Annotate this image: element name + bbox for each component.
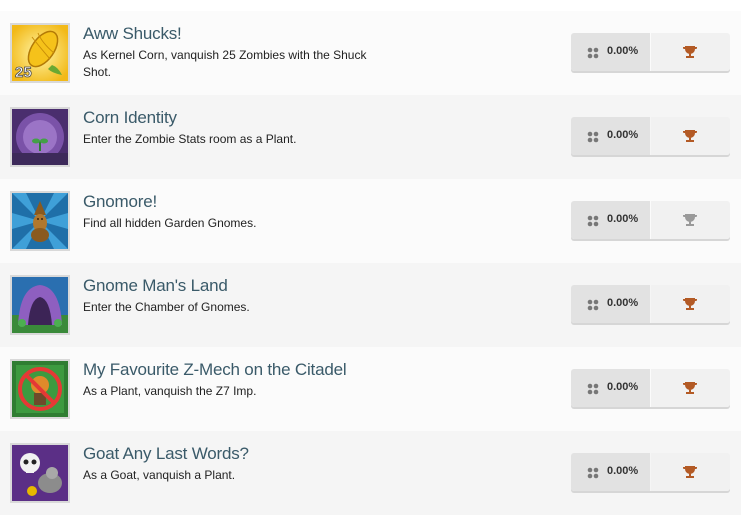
rarity-percent: 0.00% bbox=[607, 45, 639, 57]
rarity-percent: 0.00% bbox=[607, 465, 639, 477]
bronze-trophy-icon bbox=[683, 466, 697, 478]
achievement-image: 25 bbox=[10, 23, 70, 83]
achievement-title: Goat Any Last Words? bbox=[83, 444, 249, 463]
achievement-description: Find all hidden Garden Gnomes. bbox=[83, 216, 257, 230]
rarity-percent-box: 0.00% bbox=[571, 33, 650, 71]
rarity-percent-box: 0.00% bbox=[571, 201, 650, 239]
rarity-percent-box: 0.00% bbox=[571, 453, 650, 491]
trophy-box bbox=[651, 369, 730, 407]
achievement-description: Enter the Chamber of Gnomes. bbox=[83, 300, 250, 314]
rarity-percent: 0.00% bbox=[607, 213, 639, 225]
achievement-title: Gnomore! bbox=[83, 192, 157, 211]
rarity-percent: 0.00% bbox=[607, 381, 639, 393]
goat-skull-icon bbox=[12, 445, 68, 501]
players-icon bbox=[587, 47, 599, 59]
achievement-description: As a Goat, vanquish a Plant. bbox=[83, 468, 236, 482]
achievement-title: My Favourite Z-Mech on the Citadel bbox=[83, 360, 347, 379]
bronze-trophy-icon bbox=[683, 46, 697, 58]
achievement-stats: 0.00% bbox=[571, 33, 730, 71]
achievement-image bbox=[10, 275, 70, 335]
achievement-row[interactable]: My Favourite Z-Mech on the Citadel As a … bbox=[0, 347, 741, 431]
achievement-stats: 0.00% bbox=[571, 201, 730, 239]
trophy-box bbox=[651, 453, 730, 491]
achievement-image bbox=[10, 443, 70, 503]
trophy-box bbox=[651, 117, 730, 155]
rarity-percent: 0.00% bbox=[607, 297, 639, 309]
bronze-trophy-icon bbox=[683, 298, 697, 310]
achievement-row[interactable]: Goat Any Last Words? As a Goat, vanquish… bbox=[0, 431, 741, 515]
rarity-percent-box: 0.00% bbox=[571, 285, 650, 323]
purple-room-icon bbox=[12, 109, 68, 165]
corn-icon: 25 bbox=[12, 25, 68, 81]
achievement-image bbox=[10, 359, 70, 419]
players-icon bbox=[587, 383, 599, 395]
achievement-description: As Kernel Corn, vanquish 25 Zombies with… bbox=[83, 48, 367, 79]
players-icon bbox=[587, 215, 599, 227]
achievement-list: 25 Aww Shucks! As Kernel Corn, vanquish … bbox=[0, 0, 741, 515]
bronze-trophy-icon bbox=[683, 382, 697, 394]
achievement-title: Aww Shucks! bbox=[83, 24, 182, 43]
players-icon bbox=[587, 467, 599, 479]
achievement-description: As a Plant, vanquish the Z7 Imp. bbox=[83, 384, 257, 398]
silver-trophy-icon bbox=[683, 214, 697, 226]
achievement-row[interactable]: Gnomore! Find all hidden Garden Gnomes. … bbox=[0, 179, 741, 263]
rarity-percent: 0.00% bbox=[607, 129, 639, 141]
trophy-box bbox=[651, 285, 730, 323]
rarity-percent-box: 0.00% bbox=[571, 369, 650, 407]
achievement-title: Corn Identity bbox=[83, 108, 177, 127]
achievement-row[interactable]: Gnome Man's Land Enter the Chamber of Gn… bbox=[0, 263, 741, 347]
achievement-image bbox=[10, 107, 70, 167]
achievement-stats: 0.00% bbox=[571, 369, 730, 407]
achievement-description: Enter the Zombie Stats room as a Plant. bbox=[83, 132, 297, 146]
achievement-stats: 0.00% bbox=[571, 117, 730, 155]
achievement-stats: 0.00% bbox=[571, 453, 730, 491]
achievement-image bbox=[10, 191, 70, 251]
bronze-trophy-icon bbox=[683, 130, 697, 142]
players-icon bbox=[587, 299, 599, 311]
achievement-title: Gnome Man's Land bbox=[83, 276, 228, 295]
no-imp-icon bbox=[12, 361, 68, 417]
garden-gnome-icon bbox=[12, 193, 68, 249]
rarity-percent-box: 0.00% bbox=[571, 117, 650, 155]
svg-text:25: 25 bbox=[15, 64, 32, 81]
trophy-box bbox=[651, 33, 730, 71]
achievement-row[interactable]: 25 Aww Shucks! As Kernel Corn, vanquish … bbox=[0, 11, 741, 95]
cave-icon bbox=[12, 277, 68, 333]
achievement-row[interactable]: Corn Identity Enter the Zombie Stats roo… bbox=[0, 95, 741, 179]
players-icon bbox=[587, 131, 599, 143]
trophy-box bbox=[651, 201, 730, 239]
achievement-stats: 0.00% bbox=[571, 285, 730, 323]
